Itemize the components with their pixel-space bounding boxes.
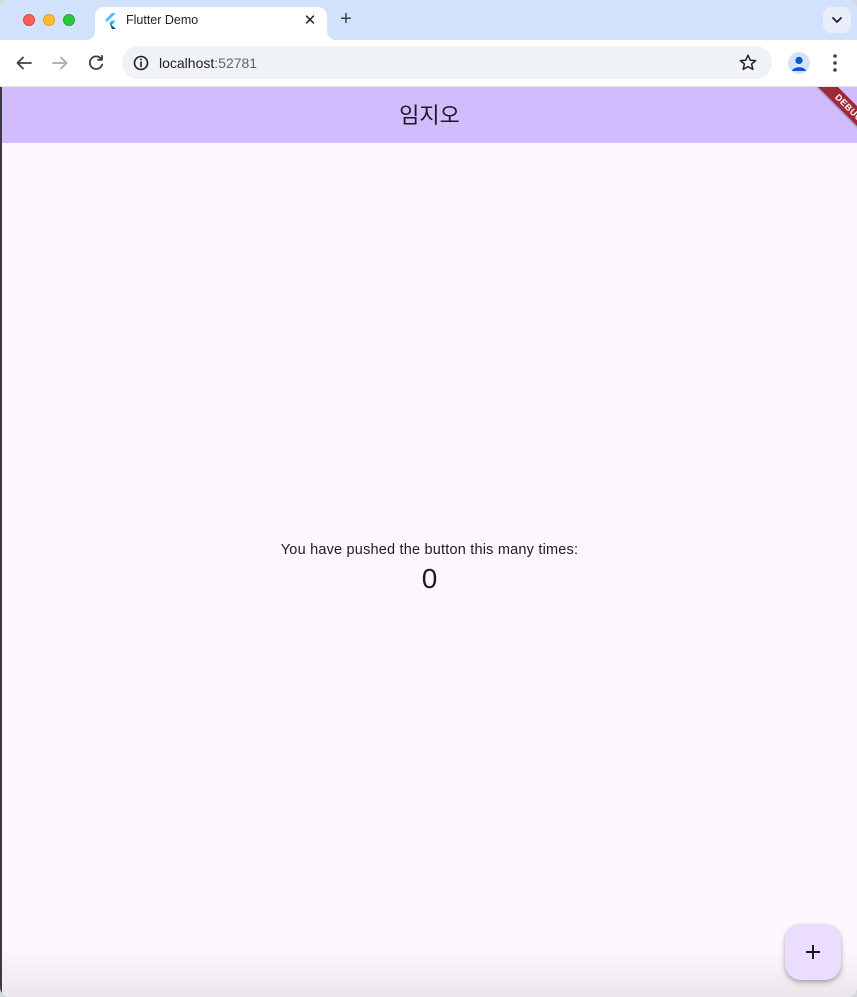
forward-arrow-icon[interactable]	[48, 51, 72, 75]
debug-banner-label: DEBUG	[810, 87, 857, 147]
tab-close-icon[interactable]: ✕	[301, 12, 319, 30]
tab-flutter-demo[interactable]: Flutter Demo ✕	[95, 7, 327, 40]
browser-window: Flutter Demo ✕ + localhost:52781 임지오 DEB…	[0, 0, 857, 997]
url-port: :52781	[214, 55, 258, 71]
more-vert-icon[interactable]	[826, 52, 844, 74]
app-bar: 임지오	[2, 87, 857, 143]
url-host: localhost	[159, 55, 215, 71]
window-edge	[0, 87, 2, 997]
tab-strip: Flutter Demo ✕ +	[0, 0, 857, 40]
window-minimize-button[interactable]	[43, 14, 55, 26]
url-text[interactable]: localhost:52781	[159, 55, 257, 71]
tab-title: Flutter Demo	[126, 13, 199, 27]
reload-icon[interactable]	[84, 51, 108, 75]
profile-avatar-icon[interactable]	[788, 52, 810, 74]
window-close-button[interactable]	[23, 14, 35, 26]
increment-fab-button[interactable]	[785, 924, 841, 980]
add-icon	[806, 945, 820, 959]
flutter-app-viewport: 임지오 DEBUG You have pushed the button thi…	[2, 87, 857, 997]
tab-search-chevron-icon	[832, 17, 842, 23]
window-maximize-button[interactable]	[63, 14, 75, 26]
site-info-icon[interactable]	[129, 51, 153, 75]
bookmark-star-icon[interactable]	[737, 52, 759, 74]
app-bar-title: 임지오	[399, 103, 460, 128]
debug-banner: DEBUG	[797, 87, 857, 147]
counter-value: 0	[421, 563, 438, 594]
counter-label: You have pushed the button this many tim…	[280, 542, 579, 558]
flutter-icon	[105, 13, 116, 29]
address-bar[interactable]: localhost:52781	[122, 46, 772, 79]
bottom-shade	[2, 947, 857, 997]
new-tab-button[interactable]: +	[335, 9, 357, 31]
back-arrow-icon[interactable]	[12, 51, 36, 75]
browser-toolbar: localhost:52781	[0, 40, 857, 87]
tab-search-button[interactable]	[823, 7, 851, 33]
